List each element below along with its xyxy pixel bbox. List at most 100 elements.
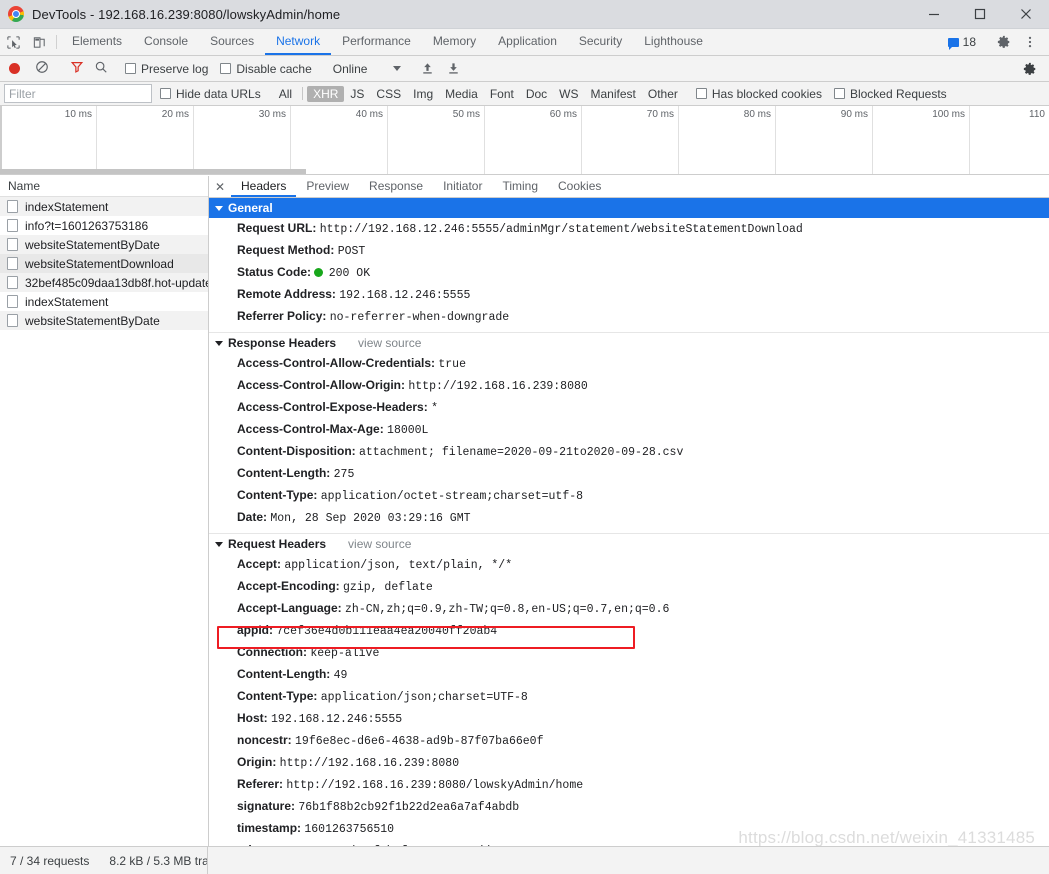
- console-message-count[interactable]: 18: [947, 35, 982, 50]
- tab-memory[interactable]: Memory: [422, 29, 487, 55]
- transferred-size-label: 8.2 kB / 5.3 MB transfe: [109, 853, 208, 868]
- search-toggle-icon[interactable]: [94, 60, 108, 77]
- request-list-header[interactable]: Name: [0, 176, 208, 197]
- has-blocked-cookies-checkbox[interactable]: Has blocked cookies: [695, 86, 822, 101]
- network-settings-gear-icon[interactable]: [1017, 62, 1043, 76]
- tab-lighthouse[interactable]: Lighthouse: [633, 29, 714, 55]
- export-har-icon[interactable]: [440, 61, 466, 76]
- resource-type-filters: All XHR JS CSS Img Media Font Doc WS Man…: [273, 85, 684, 102]
- tab-response[interactable]: Response: [359, 176, 433, 197]
- header-value: POST: [337, 245, 366, 258]
- view-source-link[interactable]: view source: [348, 537, 411, 551]
- tab-network[interactable]: Network: [265, 29, 332, 55]
- type-filter-js[interactable]: JS: [344, 86, 370, 102]
- settings-gear-icon[interactable]: [991, 35, 1017, 49]
- header-row: Connection: keep-alive: [209, 642, 1049, 664]
- tab-security[interactable]: Security: [568, 29, 633, 55]
- timeline-horizontal-scrollbar[interactable]: [0, 169, 306, 174]
- tab-elements[interactable]: Elements: [61, 29, 133, 55]
- filter-input[interactable]: [4, 84, 152, 103]
- view-source-link[interactable]: view source: [358, 336, 421, 350]
- table-row-selected[interactable]: websiteStatementDownload: [0, 254, 208, 273]
- section-title: Request Headers: [228, 537, 327, 551]
- header-name: Referer:: [237, 777, 284, 791]
- table-row[interactable]: info?t=1601263753186: [0, 216, 208, 235]
- hide-data-urls-checkbox[interactable]: Hide data URLs: [160, 87, 261, 101]
- timeline-tick-label: 70 ms: [646, 109, 674, 120]
- header-value: no-referrer-when-downgrade: [329, 311, 510, 324]
- record-button-icon[interactable]: [9, 63, 20, 74]
- timeline-tick-label: 110: [1029, 109, 1045, 120]
- table-row[interactable]: websiteStatementByDate: [0, 235, 208, 254]
- tab-performance[interactable]: Performance: [331, 29, 422, 55]
- has-blocked-cookies-label: Has blocked cookies: [711, 86, 822, 101]
- section-request-headers[interactable]: Request Headers view source: [209, 534, 1049, 554]
- tab-label: Cookies: [558, 178, 602, 193]
- throttling-select[interactable]: Online: [333, 62, 402, 76]
- section-title: General: [228, 201, 273, 215]
- tab-preview[interactable]: Preview: [296, 176, 359, 197]
- request-name: websiteStatementByDate: [25, 313, 160, 328]
- header-value: 7cef36e4d0b111eaa4ea20040ff20ab4: [276, 625, 498, 638]
- inspect-element-icon[interactable]: [0, 29, 26, 55]
- request-name: websiteStatementDownload: [25, 256, 174, 271]
- type-filter-media[interactable]: Media: [439, 86, 484, 102]
- close-button[interactable]: [1003, 0, 1049, 29]
- device-toolbar-icon[interactable]: [26, 29, 52, 55]
- tab-timing[interactable]: Timing: [492, 176, 548, 197]
- tab-initiator[interactable]: Initiator: [433, 176, 492, 197]
- header-name: Access-Control-Allow-Origin:: [237, 378, 406, 392]
- document-icon: [7, 238, 18, 251]
- section-response-headers[interactable]: Response Headers view source: [209, 333, 1049, 353]
- preserve-log-checkbox[interactable]: Preserve log: [125, 62, 208, 76]
- filter-toggle-icon[interactable]: [70, 60, 84, 77]
- import-har-icon[interactable]: [414, 61, 440, 76]
- preserve-log-label: Preserve log: [141, 61, 209, 76]
- table-row[interactable]: indexStatement: [0, 197, 208, 216]
- type-filter-doc[interactable]: Doc: [520, 86, 553, 102]
- more-options-icon[interactable]: [1017, 35, 1043, 49]
- type-filter-xhr[interactable]: XHR: [307, 85, 345, 102]
- clear-button-icon[interactable]: [35, 60, 49, 77]
- table-row[interactable]: 32bef485c09daa13db8f.hot-update....: [0, 273, 208, 292]
- tab-cookies[interactable]: Cookies: [548, 176, 611, 197]
- header-value: application/octet-stream;charset=utf-8: [320, 490, 584, 503]
- devtools-window: DevTools - 192.168.16.239:8080/lowskyAdm…: [0, 0, 1049, 874]
- window-title-bar: DevTools - 192.168.16.239:8080/lowskyAdm…: [0, 0, 1049, 29]
- network-overview-timeline[interactable]: 10 ms 20 ms 30 ms 40 ms 50 ms 60 ms 70 m…: [0, 106, 1049, 175]
- header-name: Content-Type:: [237, 689, 318, 703]
- type-filter-ws[interactable]: WS: [553, 86, 584, 102]
- header-name: Status Code:: [237, 265, 312, 279]
- type-filter-font[interactable]: Font: [484, 86, 520, 102]
- minimize-button[interactable]: [911, 0, 957, 29]
- header-row: Origin: http://192.168.16.239:8080: [209, 752, 1049, 774]
- table-row[interactable]: indexStatement: [0, 292, 208, 311]
- chevron-down-icon: [215, 340, 223, 346]
- blocked-requests-checkbox[interactable]: Blocked Requests: [833, 87, 947, 101]
- network-panes: Name indexStatement info?t=1601263753186…: [0, 176, 1049, 846]
- type-filter-manifest[interactable]: Manifest: [585, 86, 642, 102]
- maximize-button[interactable]: [957, 0, 1003, 29]
- message-bubble-icon: [947, 37, 959, 50]
- tab-console[interactable]: Console: [133, 29, 199, 55]
- header-name: Accept-Encoding:: [237, 579, 340, 593]
- type-filter-img[interactable]: Img: [407, 86, 439, 102]
- disable-cache-checkbox[interactable]: Disable cache: [220, 62, 312, 76]
- tab-headers[interactable]: Headers: [231, 176, 297, 197]
- checkbox-box: [833, 88, 845, 99]
- close-detail-icon[interactable]: ✕: [209, 176, 231, 197]
- table-row[interactable]: websiteStatementByDate: [0, 311, 208, 330]
- header-value: 18000L: [387, 424, 429, 437]
- type-filter-css[interactable]: CSS: [370, 86, 407, 102]
- type-filter-all[interactable]: All: [273, 86, 298, 102]
- tab-application[interactable]: Application: [487, 29, 568, 55]
- header-value: Mon, 28 Sep 2020 03:29:16 GMT: [270, 512, 471, 525]
- chevron-down-icon: [215, 541, 223, 547]
- tab-sources[interactable]: Sources: [199, 29, 265, 55]
- header-value: application/json, text/plain, */*: [284, 559, 513, 572]
- header-name: Access-Control-Max-Age:: [237, 422, 384, 436]
- header-value: true: [438, 358, 466, 371]
- type-filter-other[interactable]: Other: [642, 86, 684, 102]
- tab-label: Sources: [210, 34, 255, 48]
- section-general-header[interactable]: General: [209, 198, 1049, 218]
